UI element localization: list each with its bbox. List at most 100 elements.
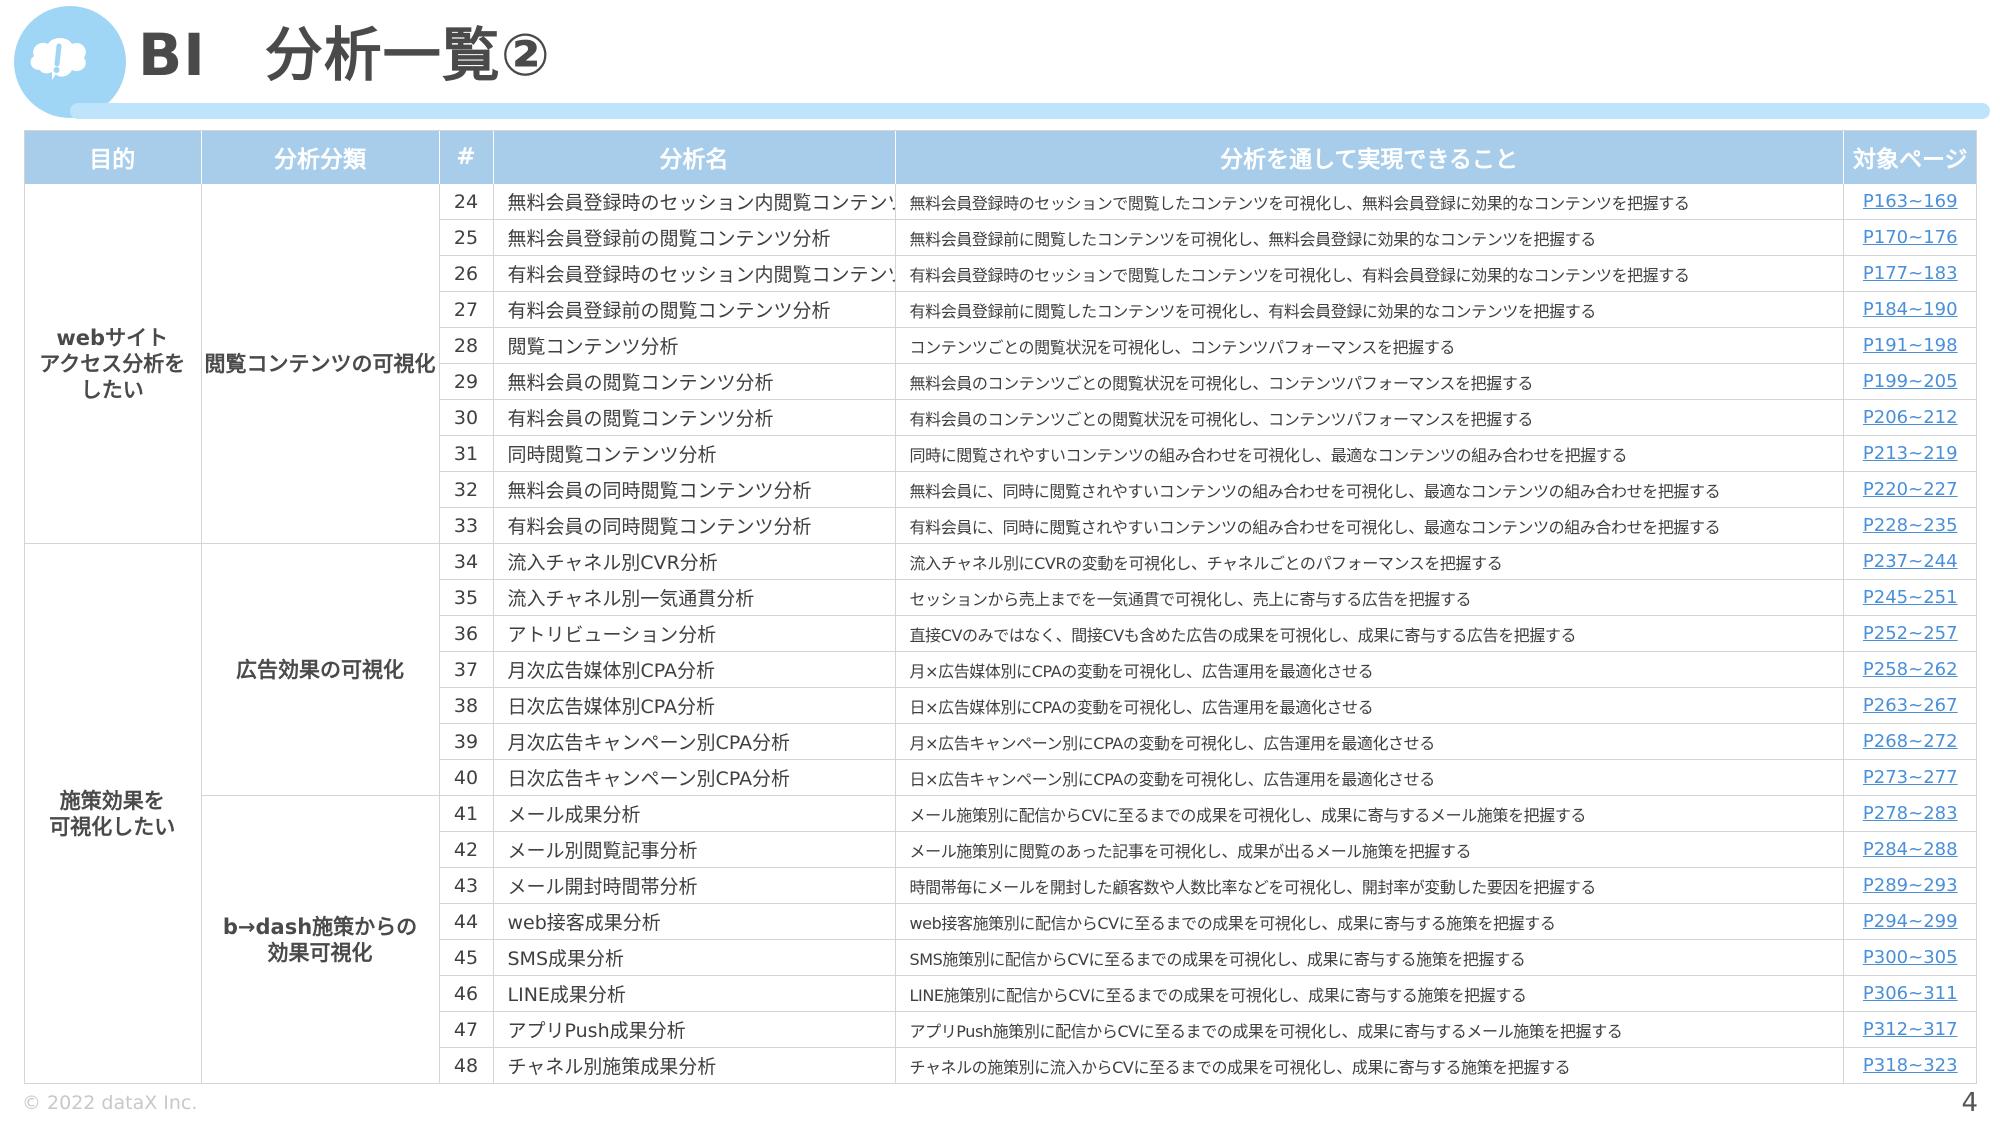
table-body: webサイト アクセス分析を したい 閲覧コンテンツの可視化 24 無料会員登録時のセ… (24, 184, 1977, 1084)
purpose-cell: 施策効果を 可視化したい (24, 543, 202, 1084)
analysis-name: 無料会員登録前の閲覧コンテンツ分析 (493, 219, 896, 256)
target-page-link[interactable]: P294~299 (1863, 911, 1958, 932)
row-number: 37 (439, 651, 494, 688)
analysis-name: SMS成果分析 (493, 939, 896, 976)
target-page-cell: P245~251 (1843, 579, 1977, 616)
target-page-link[interactable]: P289~293 (1863, 875, 1958, 896)
analysis-outcome: 月×広告キャンペーン別にCPAの変動を可視化し、広告運用を最適化させる (895, 723, 1844, 760)
target-page-link[interactable]: P237~244 (1863, 551, 1958, 572)
target-page-cell: P318~323 (1843, 1047, 1977, 1084)
analysis-outcome: 直接CVのみではなく、間接CVも含めた広告の成果を可視化し、成果に寄与する広告を… (895, 615, 1844, 652)
target-page-cell: P258~262 (1843, 651, 1977, 688)
target-page-cell: P289~293 (1843, 867, 1977, 904)
target-page-link[interactable]: P312~317 (1863, 1019, 1958, 1040)
category-cell: 広告効果の可視化 (201, 543, 440, 796)
target-page-link[interactable]: P268~272 (1863, 731, 1958, 752)
row-number: 31 (439, 435, 494, 472)
target-page-link[interactable]: P263~267 (1863, 695, 1958, 716)
target-page-cell: P237~244 (1843, 543, 1977, 580)
analysis-name: メール別閲覧記事分析 (493, 831, 896, 868)
target-page-cell: P263~267 (1843, 687, 1977, 724)
purpose-cell: webサイト アクセス分析を したい (24, 184, 202, 544)
target-page-link[interactable]: P220~227 (1863, 479, 1958, 500)
target-page-link[interactable]: P300~305 (1863, 947, 1958, 968)
analysis-outcome: セッションから売上までを一気通貫で可視化し、売上に寄与する広告を把握する (895, 579, 1844, 616)
analysis-outcome: 無料会員登録時のセッションで閲覧したコンテンツを可視化し、無料会員登録に効果的な… (895, 184, 1844, 220)
analysis-outcome: 無料会員に、同時に閲覧されやすいコンテンツの組み合わせを可視化し、最適なコンテン… (895, 471, 1844, 508)
target-page-link[interactable]: P191~198 (1863, 335, 1958, 356)
row-number: 46 (439, 975, 494, 1012)
target-page-cell: P206~212 (1843, 399, 1977, 436)
analysis-outcome: 有料会員のコンテンツごとの閲覧状況を可視化し、コンテンツパフォーマンスを把握する (895, 399, 1844, 436)
analysis-name: メール成果分析 (493, 795, 896, 832)
table-row: webサイト アクセス分析を したい 閲覧コンテンツの可視化 24 無料会員登録時のセ… (24, 184, 1977, 544)
row-number: 25 (439, 219, 494, 256)
analysis-outcome: コンテンツごとの閲覧状況を可視化し、コンテンツパフォーマンスを把握する (895, 327, 1844, 364)
analysis-outcome: 時間帯毎にメールを開封した顧客数や人数比率などを可視化し、開封率が変動した要因を… (895, 867, 1844, 904)
analysis-outcome: 有料会員登録時のセッションで閲覧したコンテンツを可視化し、有料会員登録に効果的な… (895, 255, 1844, 292)
target-page-cell: P284~288 (1843, 831, 1977, 868)
analysis-name: 有料会員登録時のセッション内閲覧コンテンツ分析 (493, 255, 896, 292)
analysis-name: 流入チャネル別一気通貫分析 (493, 579, 896, 616)
column-header-number: # (439, 130, 494, 184)
analysis-outcome: LINE施策別に配信からCVに至るまでの成果を可視化し、成果に寄与する施策を把握… (895, 975, 1844, 1012)
analysis-name: 月次広告キャンペーン別CPA分析 (493, 723, 896, 760)
column-header-outcome: 分析を通して実現できること (895, 130, 1844, 184)
analysis-outcome: チャネルの施策別に流入からCVに至るまでの成果を可視化し、成果に寄与する施策を把… (895, 1047, 1844, 1084)
target-page-cell: P312~317 (1843, 1011, 1977, 1048)
analysis-outcome: 有料会員に、同時に閲覧されやすいコンテンツの組み合わせを可視化し、最適なコンテン… (895, 507, 1844, 544)
analysis-outcome: 無料会員登録前に閲覧したコンテンツを可視化し、無料会員登録に効果的なコンテンツを… (895, 219, 1844, 256)
category-cell: 閲覧コンテンツの可視化 (201, 184, 440, 544)
row-number: 43 (439, 867, 494, 904)
table-row: 施策効果を 可視化したい 広告効果の可視化 34 流入チャネル別CVR分析 流入チャネル… (24, 543, 1977, 1084)
target-page-link[interactable]: P213~219 (1863, 443, 1958, 464)
analysis-name: 無料会員の閲覧コンテンツ分析 (493, 363, 896, 400)
target-page-link[interactable]: P273~277 (1863, 767, 1958, 788)
row-number: 42 (439, 831, 494, 868)
target-page-link[interactable]: P170~176 (1863, 227, 1958, 248)
target-page-link[interactable]: P199~205 (1863, 371, 1958, 392)
analysis-name: 同時閲覧コンテンツ分析 (493, 435, 896, 472)
target-page-link[interactable]: P184~190 (1863, 299, 1958, 320)
thought-bubble-exclamation-icon (30, 38, 86, 80)
target-page-cell: P163~169 (1843, 184, 1977, 220)
target-page-link[interactable]: P245~251 (1863, 587, 1958, 608)
target-page-link[interactable]: P252~257 (1863, 623, 1958, 644)
row-number: 27 (439, 291, 494, 328)
analysis-name: 無料会員登録時のセッション内閲覧コンテンツ分析 (493, 184, 896, 220)
analysis-name: メール開封時間帯分析 (493, 867, 896, 904)
analysis-name: 流入チャネル別CVR分析 (493, 543, 896, 580)
target-page-cell: P191~198 (1843, 327, 1977, 364)
target-page-link[interactable]: P258~262 (1863, 659, 1958, 680)
analysis-outcome: SMS施策別に配信からCVに至るまでの成果を可視化し、成果に寄与する施策を把握す… (895, 939, 1844, 976)
category-cell: b→dash施策からの 効果可視化 (201, 795, 440, 1084)
target-page-link[interactable]: P177~183 (1863, 263, 1958, 284)
row-number: 44 (439, 903, 494, 940)
row-number: 32 (439, 471, 494, 508)
analysis-name: チャネル別施策成果分析 (493, 1047, 896, 1084)
target-page-link[interactable]: P206~212 (1863, 407, 1958, 428)
row-number: 34 (439, 543, 494, 580)
analysis-outcome: 流入チャネル別にCVRの変動を可視化し、チャネルごとのパフォーマンスを把握する (895, 543, 1844, 580)
row-number: 35 (439, 579, 494, 616)
target-page-link[interactable]: P284~288 (1863, 839, 1958, 860)
target-page-cell: P220~227 (1843, 471, 1977, 508)
target-page-cell: P306~311 (1843, 975, 1977, 1012)
target-page-cell: P213~219 (1843, 435, 1977, 472)
target-page-link[interactable]: P278~283 (1863, 803, 1958, 824)
analysis-name: アトリビューション分析 (493, 615, 896, 652)
row-number: 33 (439, 507, 494, 544)
analysis-name: 月次広告媒体別CPA分析 (493, 651, 896, 688)
analysis-name: LINE成果分析 (493, 975, 896, 1012)
target-page-link[interactable]: P163~169 (1863, 191, 1958, 212)
target-page-link[interactable]: P318~323 (1863, 1055, 1958, 1076)
row-number: 29 (439, 363, 494, 400)
analysis-outcome: メール施策別に閲覧のあった記事を可視化し、成果が出るメール施策を把握する (895, 831, 1844, 868)
analysis-name: 無料会員の同時閲覧コンテンツ分析 (493, 471, 896, 508)
target-page-link[interactable]: P228~235 (1863, 515, 1958, 536)
table-header-row: 目的 分析分類 # 分析名 分析を通して実現できること 対象ページ (24, 130, 1977, 184)
analysis-name: アプリPush成果分析 (493, 1011, 896, 1048)
analysis-outcome: アプリPush施策別に配信からCVに至るまでの成果を可視化し、成果に寄与するメー… (895, 1011, 1844, 1048)
column-header-analysis-name: 分析名 (493, 130, 896, 184)
target-page-link[interactable]: P306~311 (1863, 983, 1958, 1004)
